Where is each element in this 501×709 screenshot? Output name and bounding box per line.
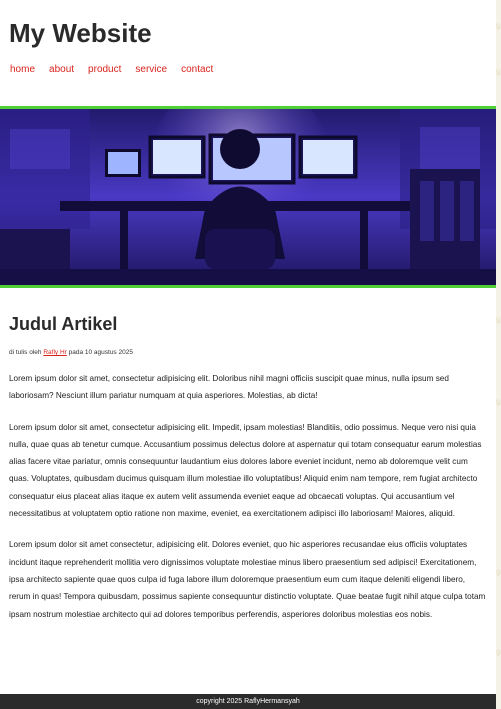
main-nav: home about product service contact: [10, 64, 227, 75]
nav-service[interactable]: service: [135, 64, 167, 75]
article-paragraph-1: Lorem ipsum dolor sit amet, consectetur …: [9, 374, 449, 401]
author-link[interactable]: Rafly Hr: [43, 349, 66, 356]
site-header: My Website home about product service co…: [0, 0, 496, 107]
article-byline: di tulis oleh Rafly Hr pada 10 agustus 2…: [9, 349, 487, 356]
decor-mark: ǥ: [496, 567, 501, 576]
decor-mark: ǥ: [496, 647, 501, 656]
nav-contact[interactable]: contact: [181, 64, 213, 75]
hero-illustration: [0, 109, 496, 285]
article: Judul Artikel di tulis oleh Rafly Hr pad…: [9, 300, 487, 623]
decor-mark: ǥ: [496, 21, 501, 30]
copyright-text: copyright 2025 RaflyHermansyah: [196, 698, 300, 705]
decor-mark: ǥ: [496, 67, 501, 76]
site-title: My Website: [9, 18, 152, 48]
hero-bottom-border: [0, 285, 496, 288]
article-paragraph-3: Lorem ipsum dolor sit amet consectetur, …: [9, 540, 486, 619]
decor-mark: ǥ: [496, 397, 501, 406]
article-paragraph-2: Lorem ipsum dolor sit amet, consectetur …: [9, 422, 482, 519]
decor-mark: ǥ: [496, 315, 501, 324]
nav-product[interactable]: product: [88, 64, 121, 75]
article-title: Judul Artikel: [9, 314, 118, 334]
hero-image: [0, 109, 496, 285]
nav-about[interactable]: about: [49, 64, 74, 75]
byline-date: pada 10 agustus 2025: [66, 349, 133, 356]
nav-home[interactable]: home: [10, 64, 35, 75]
page: My Website home about product service co…: [0, 0, 496, 709]
site-footer: copyright 2025 RaflyHermansyah: [0, 694, 496, 709]
byline-prefix: di tulis oleh: [9, 349, 44, 356]
